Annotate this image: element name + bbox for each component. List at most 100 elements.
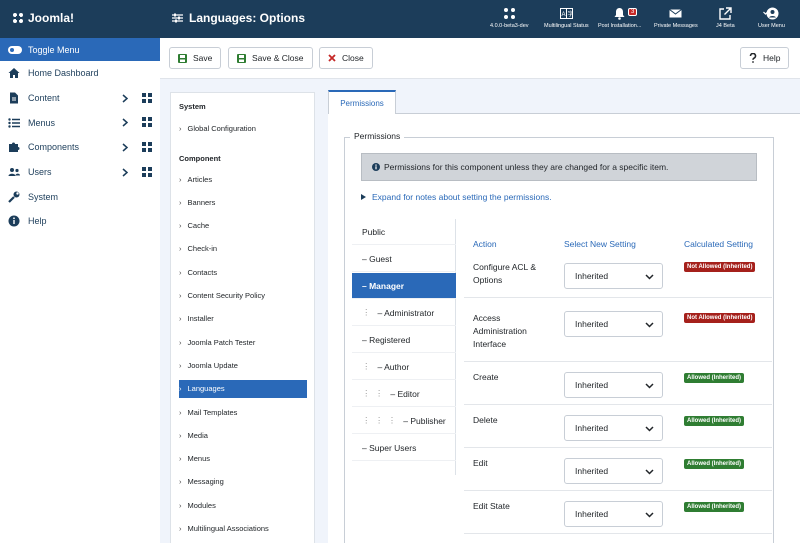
chevron-right-icon[interactable] bbox=[122, 168, 128, 177]
permission-select[interactable]: Inherited bbox=[564, 415, 663, 441]
notification-badge: 3 bbox=[628, 8, 638, 16]
component-link[interactable]: › Menus bbox=[179, 450, 307, 468]
chevron-right-icon[interactable] bbox=[122, 94, 128, 103]
component-link[interactable]: › Cache bbox=[179, 217, 307, 235]
joomla-logo[interactable]: Joomla! bbox=[12, 11, 74, 25]
chevron-right-icon: › bbox=[179, 244, 182, 254]
action-name: Delete bbox=[473, 414, 553, 427]
dashboard-grid-icon[interactable] bbox=[142, 92, 152, 103]
save-close-label: Save & Close bbox=[252, 53, 304, 63]
group-tab[interactable]: Public bbox=[352, 219, 456, 245]
sliders-icon bbox=[172, 13, 183, 23]
sidebar-item-users[interactable]: Users bbox=[0, 160, 160, 185]
action-name: Configure ACL & Options bbox=[473, 261, 553, 287]
group-tab[interactable]: ⋮ – Author bbox=[352, 354, 456, 380]
group-tab[interactable]: ⋮ ⋮ ⋮ – Publisher bbox=[352, 408, 456, 434]
puzzle-icon bbox=[9, 142, 20, 153]
main-content: Permissions Permissions Permissions for … bbox=[328, 90, 800, 543]
joomla-logo-icon bbox=[13, 13, 23, 23]
sidebar: Toggle Menu Home Dashboard Content Menus… bbox=[0, 38, 160, 543]
permission-select[interactable]: Inherited bbox=[564, 458, 663, 484]
group-tab[interactable]: – Super Users bbox=[352, 435, 456, 461]
chevron-right-icon: › bbox=[179, 314, 182, 324]
permission-select[interactable]: Inherited bbox=[564, 311, 663, 337]
toolbar: Save Save & Close Close Help bbox=[160, 38, 800, 79]
list-item-label: Articles bbox=[187, 174, 213, 184]
component-link[interactable]: › Mail Templates bbox=[179, 403, 307, 421]
sidebar-item-components[interactable]: Components bbox=[0, 135, 160, 160]
sidebar-item-help[interactable]: Help bbox=[0, 209, 160, 234]
component-link[interactable]: › Articles bbox=[179, 170, 307, 188]
sidebar-item-system[interactable]: System bbox=[0, 184, 160, 209]
group-label: – Manager bbox=[362, 280, 405, 291]
calculated-setting-badge: Not Allowed (Inherited) bbox=[684, 313, 756, 323]
permission-select[interactable]: Inherited bbox=[564, 263, 663, 289]
component-link[interactable]: › Content Security Policy bbox=[179, 287, 307, 305]
chevron-right-icon: › bbox=[179, 500, 182, 510]
group-tab[interactable]: – Guest bbox=[352, 246, 456, 272]
component-link[interactable]: › Joomla Update bbox=[179, 356, 307, 374]
chevron-right-icon[interactable] bbox=[122, 143, 128, 152]
group-tab[interactable]: ⋮ ⋮ – Editor bbox=[352, 381, 456, 407]
help-label: Help bbox=[763, 53, 781, 63]
save-close-button[interactable]: Save & Close bbox=[228, 47, 313, 69]
dashboard-grid-icon[interactable] bbox=[142, 142, 152, 153]
action-name-line: Edit bbox=[473, 458, 488, 468]
tab-permissions[interactable]: Permissions bbox=[328, 90, 396, 115]
list-item-label: Installer bbox=[187, 314, 214, 324]
action-name-line: Administration bbox=[473, 326, 527, 336]
component-link[interactable]: › Media bbox=[179, 426, 307, 444]
component-link[interactable]: › Contacts bbox=[179, 263, 307, 281]
toggle-menu-button[interactable]: Toggle Menu bbox=[0, 38, 160, 61]
file-icon bbox=[10, 92, 18, 104]
chevron-down-icon bbox=[645, 274, 654, 280]
user-menu-label: User Menu bbox=[758, 23, 785, 29]
component-link[interactable]: › Messaging bbox=[179, 473, 307, 491]
chevron-right-icon: › bbox=[179, 174, 182, 184]
group-tab[interactable]: – Registered bbox=[352, 327, 456, 353]
close-icon bbox=[328, 54, 336, 62]
multilingual-status-link[interactable]: A字 Multilingual Status bbox=[544, 7, 589, 29]
post-installation-link[interactable]: 3 Post Installation... bbox=[598, 7, 641, 29]
permission-row: Edit Inherited Allowed (Inherited) bbox=[464, 448, 772, 491]
save-button[interactable]: Save bbox=[169, 47, 222, 69]
dashboard-grid-icon[interactable] bbox=[142, 166, 152, 177]
private-messages-link[interactable]: Private Messages bbox=[654, 7, 698, 29]
sidebar-item-home-dashboard[interactable]: Home Dashboard bbox=[0, 61, 160, 86]
permission-select[interactable]: Inherited bbox=[564, 501, 663, 527]
group-tab[interactable]: – Manager bbox=[352, 273, 456, 299]
chevron-right-icon[interactable] bbox=[122, 118, 128, 127]
expand-notes-toggle[interactable]: Expand for notes about setting the permi… bbox=[361, 192, 552, 202]
dashboard-grid-icon[interactable] bbox=[142, 117, 152, 128]
component-link[interactable]: › Banners bbox=[179, 193, 307, 211]
version-link[interactable]: 4.0.0-beta3-dev bbox=[490, 7, 529, 29]
global-configuration-link[interactable]: › Global Configuration bbox=[179, 119, 307, 137]
component-heading: Component bbox=[179, 154, 221, 163]
group-label: – Guest bbox=[362, 253, 392, 264]
close-button[interactable]: Close bbox=[319, 47, 373, 69]
save-icon bbox=[237, 53, 246, 63]
info-icon bbox=[372, 163, 380, 171]
list-item-label: Multilingual Associations bbox=[187, 524, 269, 533]
sidebar-item-menus[interactable]: Menus bbox=[0, 110, 160, 135]
permission-select[interactable]: Inherited bbox=[564, 372, 663, 398]
chevron-down-icon bbox=[645, 469, 654, 475]
component-link[interactable]: › Modules bbox=[179, 496, 307, 514]
group-tab[interactable]: ⋮ – Administrator bbox=[352, 300, 456, 326]
group-label: – Editor bbox=[390, 388, 420, 399]
list-item-label: Mail Templates bbox=[187, 407, 238, 417]
list-item-label: Joomla Patch Tester bbox=[187, 337, 256, 347]
component-link[interactable]: › Joomla Patch Tester bbox=[179, 333, 307, 351]
svg-text:A: A bbox=[561, 12, 565, 18]
user-menu-button[interactable]: User Menu bbox=[758, 7, 785, 29]
component-link[interactable]: › Check-in bbox=[179, 240, 307, 258]
sidebar-item-content[interactable]: Content bbox=[0, 86, 160, 111]
help-button[interactable]: Help bbox=[740, 47, 790, 69]
component-link[interactable]: › Multilingual Associations bbox=[179, 520, 307, 538]
group-label: – Administrator bbox=[377, 307, 435, 318]
info-text: Permissions for this component unless th… bbox=[384, 162, 669, 172]
component-link[interactable]: › Languages bbox=[179, 379, 307, 398]
component-link[interactable]: › Installer bbox=[179, 310, 307, 328]
list-icon bbox=[8, 118, 20, 128]
j4-beta-link[interactable]: J4 Beta bbox=[716, 7, 735, 29]
